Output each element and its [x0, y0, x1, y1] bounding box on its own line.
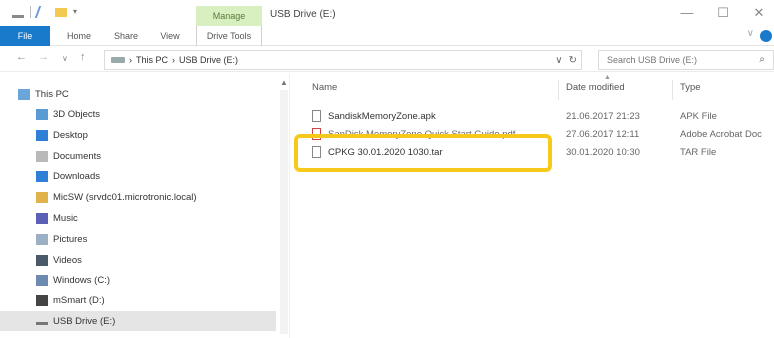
nav-item-label: This PC — [35, 88, 69, 100]
ribbon-tabs: File Home Share View Drive Tools ∨ — [0, 26, 774, 46]
address-dropdown-icon[interactable]: ∨ — [555, 55, 562, 66]
window-title: USB Drive (E:) — [270, 9, 336, 20]
close-button[interactable]: ✕ — [748, 4, 770, 22]
this-pc-icon — [18, 88, 30, 100]
minimize-button[interactable]: — — [676, 4, 698, 22]
search-icon[interactable]: ⌕ — [759, 54, 765, 65]
breadcrumb-separator: › — [172, 55, 176, 65]
maximize-button[interactable]: ☐ — [712, 4, 734, 22]
downloads-icon — [36, 170, 48, 182]
nav-item-label: Documents — [53, 150, 102, 162]
nav-item-music[interactable]: Music — [0, 208, 276, 228]
toolbar-divider — [30, 6, 31, 18]
documents-icon — [36, 150, 48, 162]
nav-item-downloads[interactable]: Downloads — [0, 166, 276, 186]
nav-item-label: MicSW (srvdc01.microtronic.local) — [53, 191, 197, 203]
address-bar[interactable]: › This PC › USB Drive (E:) ∨ ↻ — [104, 50, 582, 70]
file-row[interactable]: SandiskMemoryZone.apk 21.06.2017 21:23 A… — [294, 107, 774, 125]
recent-locations-icon[interactable]: ∨ — [62, 54, 68, 63]
network-drive-icon — [36, 191, 48, 203]
videos-icon — [36, 254, 48, 266]
forward-arrow-icon[interactable]: → — [38, 51, 49, 63]
nav-item-label: Pictures — [53, 233, 88, 245]
file-name: SandiskMemoryZone.apk — [328, 111, 436, 122]
back-arrow-icon[interactable]: ← — [16, 51, 27, 63]
tab-file[interactable]: File — [0, 26, 50, 46]
nav-item-label: Videos — [53, 254, 82, 266]
3d-objects-icon — [36, 108, 48, 120]
scroll-up-icon[interactable]: ▲ — [280, 78, 288, 87]
nav-item-label: 3D Objects — [53, 108, 100, 120]
file-icon — [312, 110, 321, 122]
tab-drive-tools[interactable]: Drive Tools — [196, 26, 262, 46]
breadcrumb-separator: › — [129, 55, 132, 65]
desktop-icon — [36, 129, 48, 141]
nav-item-usb-drive-e[interactable]: USB Drive (E:) — [0, 311, 276, 331]
file-type: Adobe Acrobat Doc — [680, 129, 762, 140]
nav-item-windows-c[interactable]: Windows (C:) — [0, 270, 276, 290]
up-arrow-icon[interactable]: ↑ — [80, 51, 86, 63]
nav-item-label: Desktop — [53, 129, 88, 141]
title-bar: ▾ Manage USB Drive (E:) — ☐ ✕ — [0, 0, 774, 26]
search-box[interactable]: ⌕ — [598, 50, 774, 70]
nav-item-videos[interactable]: Videos — [0, 250, 276, 270]
nav-item-label: Music — [53, 212, 78, 224]
nav-item-msmart-d[interactable]: mSmart (D:) — [0, 290, 276, 310]
expand-ribbon-icon[interactable]: ∨ — [747, 28, 754, 39]
nav-item-3d-objects[interactable]: 3D Objects — [0, 104, 276, 124]
nav-item-label: mSmart (D:) — [53, 294, 105, 306]
nav-item-documents[interactable]: Documents — [0, 146, 276, 166]
scrollbar-thumb[interactable] — [280, 90, 288, 334]
highlight-box — [294, 134, 552, 172]
music-icon — [36, 212, 48, 224]
file-type: APK File — [680, 111, 717, 122]
navigation-pane: This PC 3D Objects Desktop Documents Dow… — [0, 74, 290, 338]
tab-home[interactable]: Home — [58, 26, 100, 46]
pictures-icon — [36, 233, 48, 245]
refresh-icon[interactable]: ↻ — [569, 55, 577, 66]
file-date: 27.06.2017 12:11 — [566, 129, 640, 140]
sort-ascending-icon: ▲ — [604, 74, 611, 81]
address-row: ← → ∨ ↑ › This PC › USB Drive (E:) ∨ ↻ ⌕ — [0, 48, 774, 72]
nav-item-this-pc[interactable]: This PC — [0, 84, 276, 104]
address-drive-icon — [111, 57, 125, 63]
file-type: TAR File — [680, 147, 717, 158]
drive-icon — [36, 294, 48, 306]
file-list: Name ▲ Date modified Type SandiskMemoryZ… — [294, 74, 774, 338]
breadcrumb-usb-drive[interactable]: USB Drive (E:) — [179, 55, 238, 65]
chevron-down-icon[interactable]: ▾ — [73, 6, 85, 18]
nav-item-label: Windows (C:) — [53, 274, 111, 286]
file-date: 30.01.2020 10:30 — [566, 147, 640, 158]
help-icon[interactable] — [760, 30, 772, 42]
new-folder-icon[interactable] — [55, 7, 67, 17]
column-header-name[interactable]: Name — [312, 82, 337, 98]
file-date: 21.06.2017 21:23 — [566, 111, 640, 122]
column-divider[interactable] — [672, 80, 673, 100]
nav-item-desktop[interactable]: Desktop — [0, 125, 276, 145]
nav-item-label: Downloads — [53, 170, 100, 182]
tab-share[interactable]: Share — [106, 26, 146, 46]
column-divider[interactable] — [558, 80, 559, 100]
drive-icon[interactable] — [12, 6, 24, 18]
breadcrumb-this-pc[interactable]: This PC — [136, 55, 168, 65]
column-header-type[interactable]: Type — [680, 82, 701, 98]
column-header-date[interactable]: Date modified — [566, 82, 625, 98]
usb-drive-icon — [36, 317, 48, 325]
nav-item-pictures[interactable]: Pictures — [0, 229, 276, 249]
nav-scrollbar[interactable]: ▲ — [278, 74, 290, 338]
windows-drive-icon — [36, 274, 48, 286]
nav-item-label: USB Drive (E:) — [53, 315, 116, 327]
quick-access-toolbar: ▾ — [12, 6, 85, 18]
tab-manage[interactable]: Manage — [196, 6, 262, 26]
tab-view[interactable]: View — [152, 26, 188, 46]
search-input[interactable] — [607, 51, 757, 69]
properties-icon[interactable] — [34, 6, 52, 18]
nav-item-network-share[interactable]: MicSW (srvdc01.microtronic.local) — [0, 187, 276, 207]
